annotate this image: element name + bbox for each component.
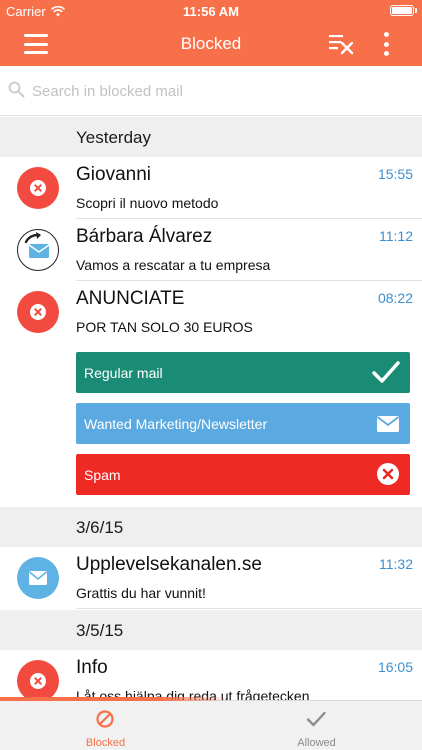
message-preview: POR TAN SOLO 30 EUROS [76, 319, 253, 335]
message-preview: Grattis du har vunnit! [76, 585, 206, 601]
section-title: 3/6/15 [76, 518, 124, 537]
message-time: 11:12 [379, 228, 413, 244]
message-time: 16:05 [377, 659, 413, 675]
message-row[interactable]: Upplevelsekanalen.se 11:32 Grattis du ha… [0, 547, 422, 609]
nav-bar: Blocked [0, 22, 422, 66]
section-header: Yesterday [0, 117, 422, 157]
checkmark-icon [372, 361, 400, 383]
section-title: 3/5/15 [76, 621, 124, 640]
wanted-marketing-button[interactable]: Wanted Marketing/Newsletter [76, 403, 410, 444]
more-options-icon[interactable] [379, 30, 393, 58]
clear-list-icon[interactable] [328, 32, 354, 56]
spam-label: Spam [84, 467, 121, 483]
page-title: Blocked [180, 34, 242, 53]
row-divider [76, 608, 422, 609]
blocked-icon[interactable] [17, 167, 59, 209]
blocked-icon [377, 463, 399, 485]
blocked-icon[interactable] [17, 291, 59, 333]
status-time: 11:56 AM [183, 4, 239, 19]
spam-button[interactable]: Spam [76, 454, 410, 495]
message-row[interactable]: Bárbara Álvarez 11:12 Vamos a rescatar a… [0, 219, 422, 281]
tab-blocked[interactable]: Blocked [0, 701, 211, 750]
search-bar [0, 66, 422, 116]
wanted-marketing-label: Wanted Marketing/Newsletter [84, 416, 268, 432]
message-sender: Upplevelsekanalen.se [76, 554, 262, 575]
message-sender: Info [76, 657, 108, 678]
tab-bar: Blocked Allowed [0, 697, 422, 750]
message-time: 11:32 [379, 556, 413, 572]
message-time: 08:22 [377, 290, 413, 306]
prohibited-icon [96, 710, 114, 728]
message-sender: Giovanni [76, 164, 151, 185]
message-row[interactable]: ANUNCIATE 08:22 POR TAN SOLO 30 EUROS [0, 281, 422, 343]
message-sender: Bárbara Álvarez [76, 226, 213, 247]
search-input[interactable] [32, 78, 402, 104]
tab-allowed[interactable]: Allowed [211, 701, 422, 750]
section-title: Yesterday [76, 128, 151, 147]
mail-icon[interactable] [17, 557, 59, 599]
section-header: 3/5/15 [0, 610, 422, 650]
section-header: 3/6/15 [0, 507, 422, 547]
search-icon [8, 81, 25, 98]
blocked-icon[interactable] [17, 660, 59, 702]
battery-icon [390, 5, 417, 16]
message-row[interactable]: Giovanni 15:55 Scopri il nuovo metodo [0, 157, 422, 219]
tab-allowed-label: Allowed [297, 737, 336, 749]
tab-blocked-label: Blocked [85, 737, 126, 749]
message-time: 15:55 [377, 166, 413, 182]
regular-mail-button[interactable]: Regular mail [76, 352, 410, 393]
message-preview: Scopri il nuovo metodo [76, 195, 219, 211]
checkmark-icon [306, 711, 326, 727]
message-preview: Vamos a rescatar a tu empresa [76, 257, 271, 273]
message-sender: ANUNCIATE [76, 288, 185, 309]
redirect-mail-icon[interactable] [17, 229, 59, 271]
regular-mail-label: Regular mail [84, 365, 163, 381]
status-bar: Carrier 11:56 AM [0, 0, 422, 22]
envelope-icon [376, 416, 400, 432]
